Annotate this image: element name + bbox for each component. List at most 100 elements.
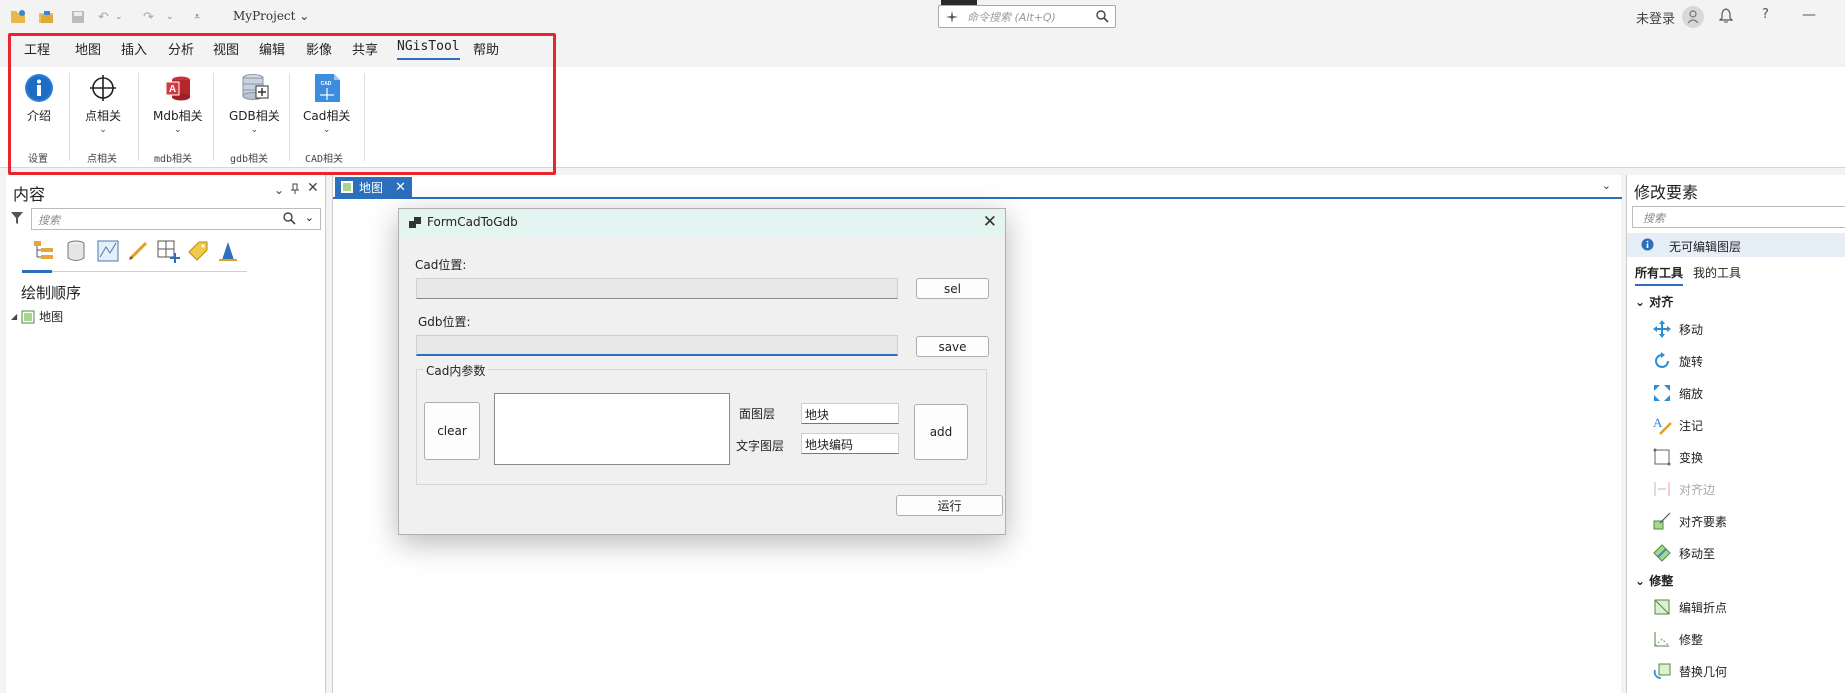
tab-map-view[interactable]: 地图 ✕ xyxy=(335,177,412,197)
tool-reshape[interactable]: 修整 xyxy=(1651,628,1703,650)
tab-view[interactable]: 视图 xyxy=(213,39,239,62)
user-icon xyxy=(1687,10,1699,24)
close-pane-icon[interactable]: ✕ xyxy=(307,180,319,196)
group-divider xyxy=(138,73,139,161)
tab-help[interactable]: 帮助 xyxy=(473,39,499,62)
chevron-down-icon: ⌄ xyxy=(250,125,259,135)
align-edge-icon xyxy=(1651,478,1673,500)
tool-replace-geometry[interactable]: 替换几何 xyxy=(1651,660,1727,682)
tree-item-map[interactable]: ◢ 地图 xyxy=(11,308,63,325)
gdb-location-input[interactable] xyxy=(416,335,898,356)
ribbon-tabs: 工程 地图 插入 分析 视图 编辑 影像 共享 NGisTool 帮助 xyxy=(0,33,1845,67)
snapping-view-icon[interactable] xyxy=(156,239,180,263)
contents-search-input[interactable]: 搜索 ⌄ xyxy=(31,208,321,230)
info-icon xyxy=(1641,238,1654,254)
tool-align-features[interactable]: 对齐要素 xyxy=(1651,510,1727,532)
cad-params-legend: Cad内参数 xyxy=(423,362,489,379)
chevron-down-icon: ⌄ xyxy=(99,125,107,135)
section-reshape[interactable]: ⌄ 修整 xyxy=(1635,572,1673,589)
mdb-tools-button[interactable]: A Mdb相关 ⌄ xyxy=(153,73,203,135)
save-button[interactable]: save xyxy=(916,336,989,357)
move-to-icon xyxy=(1651,542,1673,564)
command-search-input[interactable]: 命令搜索 (Alt+Q) xyxy=(938,5,1116,28)
point-tools-button[interactable]: 点相关 ⌄ xyxy=(85,73,121,135)
run-button[interactable]: 运行 xyxy=(896,495,1003,516)
tools-view-icon[interactable] xyxy=(216,239,240,263)
tool-annotation[interactable]: A 注记 xyxy=(1651,414,1703,436)
tool-scale[interactable]: 缩放 xyxy=(1651,382,1703,404)
tool-align-edge[interactable]: 对齐边 xyxy=(1651,478,1715,500)
group-divider xyxy=(289,73,290,161)
tab-project[interactable]: 工程 xyxy=(24,39,50,62)
info-icon xyxy=(25,74,53,102)
drawing-order-heading: 绘制顺序 xyxy=(21,284,82,302)
redo-dropdown-icon[interactable]: ⌄ xyxy=(166,8,174,26)
tab-ngistool[interactable]: NGisTool xyxy=(397,39,460,60)
gdb-tools-button[interactable]: GDB相关 ⌄ xyxy=(229,73,280,135)
active-view-indicator xyxy=(22,270,52,273)
polygon-layer-input[interactable]: 地块 xyxy=(801,403,899,424)
avatar[interactable] xyxy=(1682,6,1704,28)
tab-share[interactable]: 共享 xyxy=(352,39,378,62)
filter-icon[interactable] xyxy=(10,211,24,228)
intro-button[interactable]: 介绍 xyxy=(24,73,54,124)
new-project-icon[interactable] xyxy=(10,8,26,26)
editing-view-icon[interactable] xyxy=(126,239,150,263)
section-align[interactable]: ⌄ 对齐 xyxy=(1635,293,1673,310)
chevron-down-icon[interactable]: ⌄ xyxy=(305,211,314,224)
undo-icon[interactable]: ↶ xyxy=(98,8,109,26)
drawing-order-icon[interactable] xyxy=(32,239,56,263)
tab-imagery[interactable]: 影像 xyxy=(306,39,332,62)
close-dialog-button[interactable]: ✕ xyxy=(983,212,997,232)
bell-icon[interactable] xyxy=(1718,7,1734,27)
tab-map[interactable]: 地图 xyxy=(75,39,101,62)
info-bar: 无可编辑图层 xyxy=(1627,233,1845,257)
tool-edit-vertices[interactable]: 编辑折点 xyxy=(1651,596,1727,618)
tab-all-tools[interactable]: 所有工具 xyxy=(1635,264,1684,286)
cad-location-label: Cad位置: xyxy=(415,258,467,272)
undo-dropdown-icon[interactable]: ⌄ xyxy=(115,8,123,26)
group-divider xyxy=(364,73,365,161)
add-button[interactable]: add xyxy=(914,404,968,460)
tab-insert[interactable]: 插入 xyxy=(121,39,147,62)
pin-icon[interactable] xyxy=(290,183,300,198)
chevron-down-icon: ⌄ xyxy=(174,125,182,135)
tab-my-tools[interactable]: 我的工具 xyxy=(1693,264,1741,281)
cad-layers-list[interactable] xyxy=(494,393,730,465)
expand-icon[interactable]: ◢ xyxy=(11,312,17,321)
pane-options-icon[interactable]: ⌄ xyxy=(274,183,284,197)
ribbon-body: 介绍 设置 点相关 ⌄ 点相关 A Mdb相关 ⌄ mdb相关 GDB相关 ⌄ … xyxy=(0,67,1845,168)
tab-analysis[interactable]: 分析 xyxy=(168,39,194,62)
cad-file-icon: CAD xyxy=(314,74,340,102)
svg-text:A: A xyxy=(169,84,176,95)
help-icon[interactable]: ? xyxy=(1762,7,1769,22)
close-tab-icon[interactable]: ✕ xyxy=(395,180,406,195)
sel-button[interactable]: sel xyxy=(916,278,989,299)
redo-icon[interactable]: ↷ xyxy=(143,8,154,26)
modify-search-input[interactable]: 搜索 xyxy=(1632,206,1845,228)
save-icon[interactable] xyxy=(70,8,86,26)
clear-button[interactable]: clear xyxy=(424,402,480,460)
form-icon xyxy=(409,217,421,231)
open-project-icon[interactable] xyxy=(38,8,54,26)
text-layer-input[interactable]: 地块编码 xyxy=(801,433,899,454)
edit-vertices-icon xyxy=(1651,596,1673,618)
minimize-button[interactable]: — xyxy=(1802,7,1816,23)
group-point-label: 点相关 xyxy=(87,154,117,165)
cad-location-input[interactable] xyxy=(416,278,898,299)
cad-tools-button[interactable]: CAD Cad相关 ⌄ xyxy=(303,73,350,135)
tab-edit[interactable]: 编辑 xyxy=(259,39,285,62)
tool-rotate[interactable]: 旋转 xyxy=(1651,350,1703,372)
tool-transform[interactable]: 变换 xyxy=(1651,446,1703,468)
dialog-title-bar[interactable]: FormCadToGdb ✕ xyxy=(399,209,1005,237)
data-source-icon[interactable] xyxy=(64,239,88,263)
tool-move-to[interactable]: 移动至 xyxy=(1651,542,1715,564)
tab-list-chevron-icon[interactable]: ⌄ xyxy=(1602,179,1611,192)
selection-view-icon[interactable] xyxy=(96,239,120,263)
labeling-view-icon[interactable] xyxy=(186,239,210,263)
tool-move[interactable]: 移动 xyxy=(1651,318,1703,340)
user-status[interactable]: 未登录 xyxy=(1636,8,1675,27)
customize-quick-access-icon[interactable]: ⩡ xyxy=(194,8,200,26)
project-name-dropdown[interactable]: MyProject ⌄ xyxy=(233,9,309,23)
group-mdb-label: mdb相关 xyxy=(154,154,193,165)
